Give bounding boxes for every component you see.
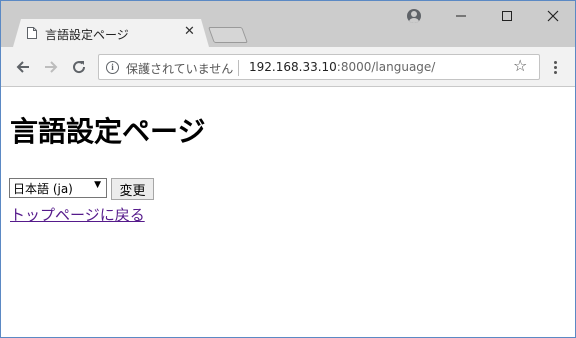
minimize-button[interactable] xyxy=(438,1,484,31)
back-button[interactable] xyxy=(12,56,34,78)
tab-strip: 言語設定ページ ✕ xyxy=(1,1,575,47)
url-text[interactable]: 192.168.33.10:8000/language/ xyxy=(249,60,435,74)
back-arrow-icon xyxy=(16,61,29,73)
address-divider xyxy=(238,60,239,76)
browser-toolbar: i 保護されていません 192.168.33.10:8000/language/… xyxy=(1,47,575,87)
tab-close-icon[interactable]: ✕ xyxy=(184,24,195,39)
language-select[interactable]: 日本語 (ja) ▼ xyxy=(9,178,107,198)
back-to-top-page-link[interactable]: トップページに戻る xyxy=(10,204,145,225)
security-status[interactable]: 保護されていません xyxy=(126,60,233,77)
tab-language-settings[interactable]: 言語設定ページ ✕ xyxy=(13,19,209,47)
address-bar[interactable]: i 保護されていません 192.168.33.10:8000/language/… xyxy=(98,54,540,80)
language-select-value: 日本語 (ja) xyxy=(13,182,73,196)
browser-window: 言語設定ページ ✕ i 保護されていません 192.168.33.10:8000… xyxy=(0,0,576,338)
forward-arrow-icon xyxy=(45,61,58,73)
url-path: :8000/language/ xyxy=(336,60,436,74)
close-icon xyxy=(547,10,559,22)
change-button[interactable]: 変更 xyxy=(111,178,154,200)
maximize-button[interactable] xyxy=(484,1,530,31)
maximize-icon xyxy=(502,11,512,21)
new-tab-button[interactable] xyxy=(208,27,248,43)
reload-button[interactable] xyxy=(68,56,90,78)
url-host: 192.168.33.10 xyxy=(249,60,337,74)
page-title: 言語設定ページ xyxy=(10,115,206,148)
tab-title: 言語設定ページ xyxy=(45,28,129,42)
profile-icon[interactable] xyxy=(407,9,421,23)
bookmark-star-icon[interactable]: ☆ xyxy=(513,56,527,75)
dropdown-arrow-icon: ▼ xyxy=(94,180,101,190)
page-content: 言語設定ページ 日本語 (ja) ▼ 変更 トップページに戻る xyxy=(1,88,575,337)
minimize-icon xyxy=(456,15,466,17)
reload-icon xyxy=(73,61,86,74)
forward-button[interactable] xyxy=(40,56,62,78)
window-close-button[interactable] xyxy=(530,1,575,31)
page-icon xyxy=(27,27,37,39)
browser-menu-icon[interactable] xyxy=(545,56,565,78)
info-icon[interactable]: i xyxy=(106,61,119,74)
